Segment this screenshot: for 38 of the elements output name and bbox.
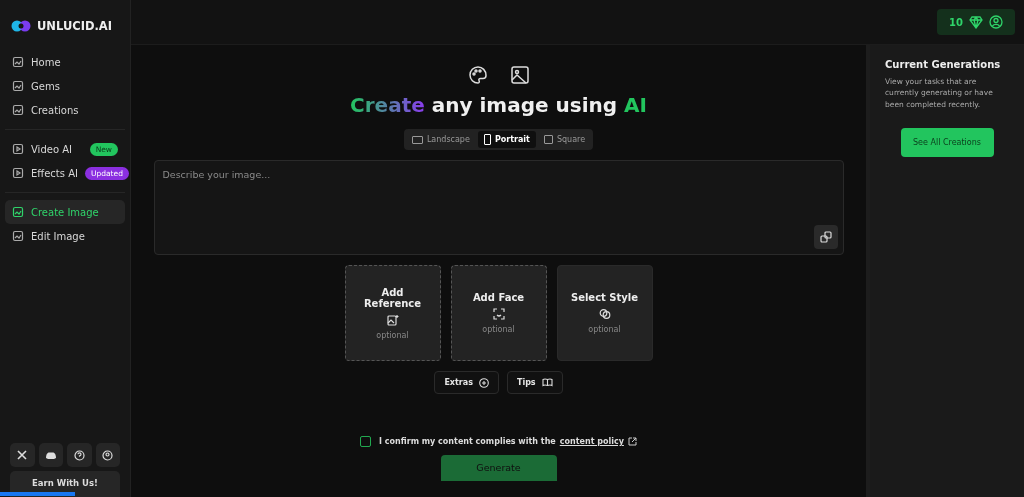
consent-text: I confirm my content complies with the bbox=[379, 437, 556, 446]
sidebar-item[interactable]: Home bbox=[5, 50, 125, 74]
sidebar-item[interactable]: Gems bbox=[5, 74, 125, 98]
palette-icon bbox=[467, 65, 488, 85]
account-icon[interactable] bbox=[989, 15, 1003, 29]
option-card[interactable]: Add Reference optional bbox=[344, 265, 441, 361]
see-all-button[interactable]: See All Creations bbox=[900, 127, 994, 157]
circles-icon bbox=[598, 308, 611, 320]
sidebar-item[interactable]: Edit Image bbox=[5, 224, 125, 248]
plus-circle-icon bbox=[478, 377, 489, 388]
earn-button[interactable]: Earn With Us! bbox=[10, 471, 120, 497]
orientation-tab[interactable]: Square bbox=[537, 131, 592, 148]
extra-button[interactable]: Tips bbox=[506, 371, 563, 394]
discord-icon[interactable] bbox=[38, 443, 63, 467]
external-link-icon bbox=[627, 437, 637, 446]
policy-link[interactable]: content policy bbox=[559, 437, 624, 446]
image-icon bbox=[509, 65, 530, 85]
book-icon bbox=[541, 378, 553, 387]
page-title: Create any image using AI bbox=[350, 93, 647, 117]
x-icon[interactable] bbox=[10, 443, 35, 467]
option-card[interactable]: Add Face optional bbox=[450, 265, 547, 361]
help-icon[interactable] bbox=[67, 443, 92, 467]
brand-name: UNLUCID.AI bbox=[37, 19, 113, 33]
orientation-tab[interactable]: Landscape bbox=[405, 131, 476, 148]
extra-button[interactable]: Extras bbox=[434, 371, 499, 394]
user-icon[interactable] bbox=[95, 443, 120, 467]
sidebar-item[interactable]: Create Image bbox=[5, 200, 125, 224]
logo-icon bbox=[11, 19, 31, 33]
video-icon bbox=[12, 143, 24, 155]
gem-balance[interactable]: 10 bbox=[937, 9, 1015, 35]
shuffle-icon[interactable] bbox=[813, 225, 838, 249]
prompt-field[interactable]: Describe your image... bbox=[153, 160, 844, 255]
checkbox[interactable] bbox=[360, 436, 372, 447]
orientation-tab[interactable]: Portrait bbox=[477, 131, 536, 148]
option-card[interactable]: Select Style optional bbox=[556, 265, 653, 361]
panel-title: Current Generations bbox=[885, 59, 1002, 70]
sidebar-item[interactable]: Creations bbox=[5, 98, 125, 122]
face-scan-icon bbox=[492, 308, 505, 320]
